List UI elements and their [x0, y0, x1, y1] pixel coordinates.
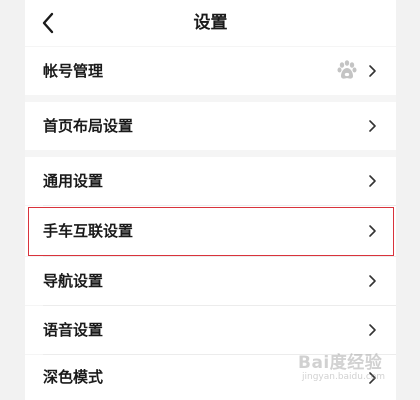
chevron-left-icon: [42, 12, 54, 34]
settings-item-label: 导航设置: [43, 272, 104, 290]
settings-item-phone-car-link[interactable]: 手车互联设置: [25, 206, 396, 256]
settings-screen: 设置 帐号管理 首页布局设置 通用设置 手车互联设置 导航设置 语音设置 深色模…: [25, 0, 396, 400]
settings-item-account[interactable]: 帐号管理: [25, 47, 396, 95]
settings-item-label: 语音设置: [43, 321, 104, 339]
chevron-right-icon: [369, 324, 376, 336]
settings-item-label: 帐号管理: [43, 62, 104, 80]
settings-item-navigation[interactable]: 导航设置: [25, 257, 396, 305]
settings-item-label: 深色模式: [43, 368, 104, 386]
chevron-right-icon: [369, 275, 376, 287]
settings-item-voice[interactable]: 语音设置: [25, 306, 396, 354]
page-title: 设置: [193, 13, 228, 33]
chevron-right-icon: [369, 372, 376, 384]
chevron-right-icon: [369, 175, 376, 187]
baidu-paw-icon: [337, 60, 357, 79]
settings-item-label: 手车互联设置: [43, 222, 134, 240]
settings-item-general[interactable]: 通用设置: [25, 157, 396, 205]
back-button[interactable]: [37, 10, 61, 36]
settings-item-dark-mode[interactable]: 深色模式: [25, 355, 396, 400]
settings-item-label: 首页布局设置: [43, 117, 134, 135]
top-bar: 设置: [25, 0, 396, 46]
settings-item-home-layout[interactable]: 首页布局设置: [25, 102, 396, 150]
chevron-right-icon: [369, 225, 376, 237]
chevron-right-icon: [369, 120, 376, 132]
chevron-right-icon: [369, 65, 376, 77]
settings-item-label: 通用设置: [43, 172, 104, 190]
